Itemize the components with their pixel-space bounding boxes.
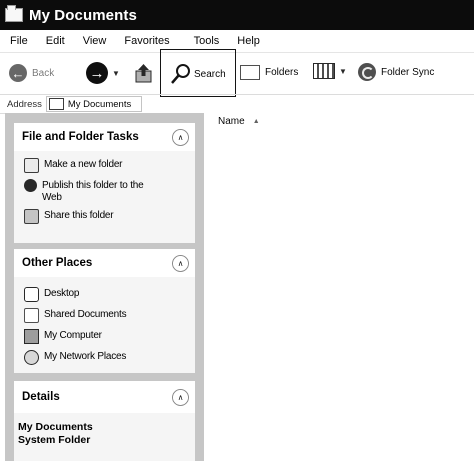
folder-sync-icon: [358, 63, 376, 81]
window-title: My Documents: [29, 6, 137, 24]
up-button[interactable]: [134, 62, 154, 84]
address-label: Address: [7, 98, 42, 110]
back-arrow-icon: ←: [9, 64, 27, 82]
place-label: Desktop: [44, 288, 80, 299]
details-type: System Folder: [18, 434, 91, 446]
task-publish-folder-web[interactable]: Publish this folder to the Web: [24, 179, 195, 204]
address-value: My Documents: [67, 98, 132, 110]
share-folder-icon: [24, 209, 39, 224]
panel-body: Desktop Shared Documents My Computer My …: [14, 277, 195, 380]
task-pane: File and Folder Tasks ∧ Make a new folde…: [5, 113, 204, 461]
views-icon: [313, 63, 335, 79]
desktop-icon: [24, 287, 39, 302]
column-header-name[interactable]: Name ▲: [218, 116, 260, 127]
place-label: Shared Documents: [44, 309, 127, 320]
column-label: Name: [218, 116, 245, 127]
task-label: Publish this folder to the Web: [42, 180, 144, 203]
back-button[interactable]: ← Back: [9, 64, 54, 82]
panel-title: Details: [22, 391, 60, 403]
back-label: Back: [32, 67, 55, 79]
details-name: My Documents: [18, 421, 93, 433]
search-button[interactable]: Search: [170, 63, 226, 85]
toolbar: ← Back → ▼ Search Folders ▼ Folder Sync: [0, 49, 474, 97]
panel-title: File and Folder Tasks: [22, 131, 139, 143]
forward-button[interactable]: → ▼: [86, 62, 120, 84]
up-folder-icon: [135, 64, 152, 83]
panel-body: Make a new folder Publish this folder to…: [14, 151, 195, 239]
other-places-panel: Other Places ∧ Desktop Shared Documents …: [14, 249, 195, 373]
menu-edit[interactable]: Edit: [46, 35, 65, 47]
task-share-folder[interactable]: Share this folder: [24, 209, 195, 225]
my-computer-icon: [24, 329, 39, 344]
place-my-network-places[interactable]: My Network Places: [24, 350, 195, 366]
folder-app-icon: [5, 5, 23, 22]
explorer-window: My Documents File Edit View Favorites To…: [0, 0, 474, 461]
file-folder-tasks-panel: File and Folder Tasks ∧ Make a new folde…: [14, 123, 195, 243]
details-header[interactable]: Details ∧: [14, 381, 195, 413]
place-label: My Network Places: [44, 351, 127, 362]
views-button[interactable]: ▼: [313, 63, 347, 79]
menu-favorites[interactable]: Favorites: [124, 35, 169, 47]
search-label: Search: [194, 68, 226, 80]
publish-web-icon: [24, 179, 37, 192]
menu-tools[interactable]: Tools: [194, 35, 220, 47]
views-dropdown-icon[interactable]: ▼: [339, 67, 347, 76]
forward-dropdown-icon[interactable]: ▼: [112, 69, 120, 78]
folder-sync-label: Folder Sync: [381, 66, 435, 78]
menu-help[interactable]: Help: [237, 35, 260, 47]
details-panel: Details ∧ My Documents System Folder: [14, 381, 195, 461]
sort-ascending-icon: ▲: [252, 118, 260, 125]
folder-sync-button[interactable]: Folder Sync: [358, 63, 434, 81]
shared-documents-icon: [24, 308, 39, 323]
panel-body: My Documents System Folder: [14, 413, 195, 455]
menu-bar: File Edit View Favorites Tools Help: [0, 30, 474, 52]
place-shared-documents[interactable]: Shared Documents: [24, 308, 195, 324]
menu-view[interactable]: View: [83, 35, 107, 47]
forward-arrow-icon: →: [86, 62, 108, 84]
magnifier-icon: [171, 64, 190, 84]
file-folder-tasks-header[interactable]: File and Folder Tasks ∧: [14, 123, 195, 151]
address-bar: Address My Documents: [0, 94, 474, 114]
collapse-icon[interactable]: ∧: [172, 255, 189, 272]
folder-icon: [48, 98, 64, 110]
new-folder-icon: [24, 158, 39, 173]
folders-icon: [240, 65, 260, 80]
place-label: My Computer: [44, 330, 102, 341]
collapse-icon[interactable]: ∧: [172, 129, 189, 146]
task-label: Share this folder: [44, 210, 114, 221]
panel-title: Other Places: [22, 257, 93, 269]
folders-button[interactable]: Folders: [240, 65, 298, 80]
place-desktop[interactable]: Desktop: [24, 287, 195, 303]
task-label: Make a new folder: [44, 159, 123, 170]
network-places-icon: [24, 350, 39, 365]
address-field[interactable]: My Documents: [45, 96, 143, 112]
collapse-icon[interactable]: ∧: [172, 389, 189, 406]
task-make-new-folder[interactable]: Make a new folder: [24, 158, 195, 174]
folders-label: Folders: [265, 67, 299, 78]
title-bar[interactable]: My Documents: [0, 0, 474, 30]
other-places-header[interactable]: Other Places ∧: [14, 249, 195, 277]
file-list[interactable]: Name ▲: [204, 113, 474, 461]
menu-file[interactable]: File: [10, 35, 28, 47]
place-my-computer[interactable]: My Computer: [24, 329, 195, 345]
